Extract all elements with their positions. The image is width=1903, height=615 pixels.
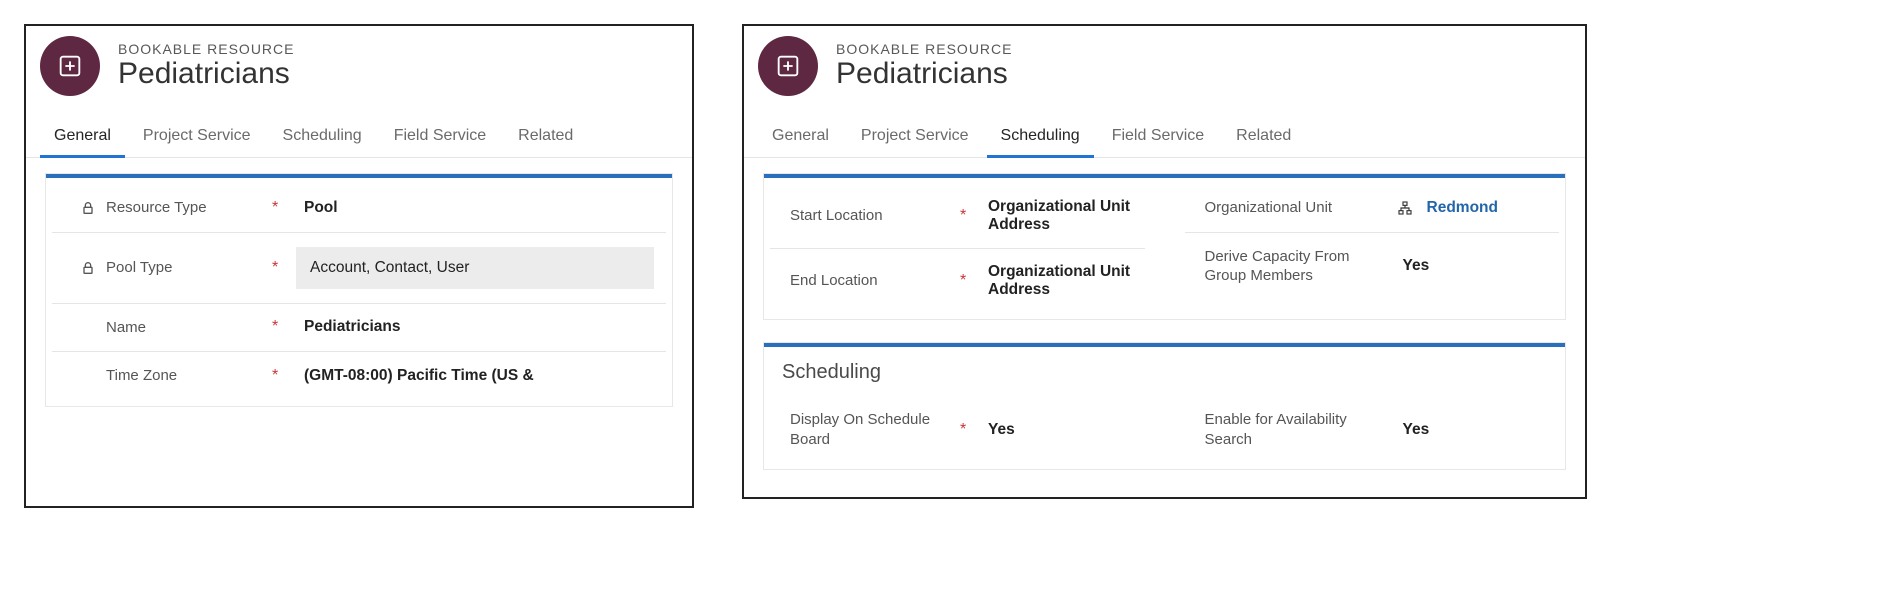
record-title: Pediatricians [118,57,295,92]
field-org-unit[interactable]: Organizational Unit Redmond [1185,184,1560,233]
required-icon: * [272,367,290,385]
entity-label: BOOKABLE RESOURCE [836,41,1013,57]
tab-scheduling[interactable]: Scheduling [269,121,376,158]
tab-related[interactable]: Related [1222,121,1305,158]
value-display-on-board: Yes [982,421,1133,439]
field-pool-type[interactable]: Pool Type * Account, Contact, User [52,233,666,304]
field-derive-capacity[interactable]: Derive Capacity From Group Members Yes [1185,233,1560,300]
value-pool-type: Account, Contact, User [296,247,654,289]
tab-scheduling[interactable]: Scheduling [987,121,1094,158]
entity-badge-icon [758,36,818,96]
section-general: Resource Type * Pool Pool Type * [46,174,672,406]
required-icon: * [272,199,290,217]
record-header-left: BOOKABLE RESOURCE Pediatricians [26,26,692,96]
label-resource-type: Resource Type [106,198,207,218]
section-title: Scheduling [764,347,1565,390]
field-start-location[interactable]: Start Location * Organizational Unit Add… [770,184,1145,249]
org-chart-icon [1397,200,1413,216]
value-derive-capacity: Yes [1397,257,1548,275]
section-scheduling: Scheduling Display On Schedule Board * Y… [764,343,1565,469]
field-name[interactable]: Name * Pediatricians [52,304,666,353]
section-locations: Start Location * Organizational Unit Add… [764,174,1565,319]
tab-project-service[interactable]: Project Service [129,121,265,158]
record-header-right: BOOKABLE RESOURCE Pediatricians [744,26,1585,96]
value-time-zone: (GMT-08:00) Pacific Time (US & [298,367,654,385]
required-icon: * [960,272,974,290]
required-icon: * [272,318,290,336]
field-availability-search[interactable]: Enable for Availability Search Yes [1185,396,1560,463]
label-derive-capacity: Derive Capacity From Group Members [1205,247,1363,286]
value-resource-type: Pool [298,199,654,217]
tab-project-service[interactable]: Project Service [847,121,983,158]
tab-field-service[interactable]: Field Service [1098,121,1218,158]
tab-general[interactable]: General [758,121,843,158]
entity-badge-icon [40,36,100,96]
value-end-location: Organizational Unit Address [982,263,1133,299]
panel-scheduling: BOOKABLE RESOURCE Pediatricians General … [742,24,1587,499]
field-time-zone[interactable]: Time Zone * (GMT-08:00) Pacific Time (US… [52,352,666,400]
tab-general[interactable]: General [40,121,125,158]
lock-icon [80,200,96,216]
tab-field-service[interactable]: Field Service [380,121,500,158]
label-pool-type: Pool Type [106,258,172,278]
required-icon: * [960,421,974,439]
panel-general: BOOKABLE RESOURCE Pediatricians General … [24,24,694,508]
value-start-location: Organizational Unit Address [982,198,1133,234]
lock-icon [80,260,96,276]
value-org-unit: Redmond [1397,199,1548,217]
field-display-on-board[interactable]: Display On Schedule Board * Yes [770,396,1145,463]
label-org-unit: Organizational Unit [1205,198,1333,218]
field-end-location[interactable]: End Location * Organizational Unit Addre… [770,249,1145,313]
label-display-on-board: Display On Schedule Board [790,410,948,449]
label-name: Name [106,318,146,338]
record-title: Pediatricians [836,57,1013,92]
field-resource-type[interactable]: Resource Type * Pool [52,184,666,233]
required-icon: * [272,259,290,277]
label-availability-search: Enable for Availability Search [1205,410,1363,449]
required-icon: * [960,207,974,225]
label-start-location: Start Location [790,206,883,226]
entity-label: BOOKABLE RESOURCE [118,41,295,57]
lookup-redmond[interactable]: Redmond [1421,199,1498,217]
value-name: Pediatricians [298,318,654,336]
tabs-left: General Project Service Scheduling Field… [26,96,692,158]
value-availability-search: Yes [1397,421,1548,439]
label-end-location: End Location [790,271,878,291]
tab-related[interactable]: Related [504,121,587,158]
tabs-right: General Project Service Scheduling Field… [744,96,1585,158]
label-time-zone: Time Zone [106,366,177,386]
